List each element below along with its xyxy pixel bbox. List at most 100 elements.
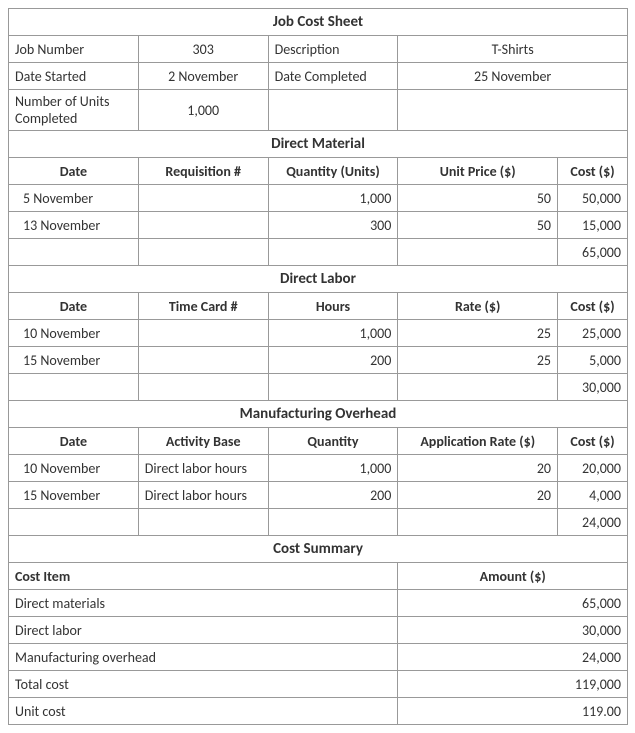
moh-total-row: 24,000 — [9, 509, 628, 536]
empty-cell — [268, 90, 398, 131]
summary-amount: 24,000 — [398, 644, 628, 671]
empty-cell — [138, 509, 268, 536]
summary-h-amount: Amount ($) — [398, 563, 628, 590]
dl-hours: 200 — [268, 347, 398, 374]
moh-h-base: Activity Base — [138, 428, 268, 455]
summary-item: Total cost — [9, 671, 398, 698]
job-cost-sheet-table: Job Cost Sheet Job Number 303 Descriptio… — [8, 8, 628, 725]
moh-h-qty: Quantity — [268, 428, 398, 455]
summary-item: Unit cost — [9, 698, 398, 725]
dl-h-tc: Time Card # — [138, 293, 268, 320]
description-label: Description — [268, 36, 398, 63]
table-row: Unit cost 119.00 — [9, 698, 628, 725]
dm-h-price: Unit Price ($) — [398, 158, 558, 185]
table-row: 10 November 1,000 25 25,000 — [9, 320, 628, 347]
dm-h-date: Date — [9, 158, 139, 185]
dm-req — [138, 185, 268, 212]
dm-req — [138, 212, 268, 239]
moh-qty: 1,000 — [268, 455, 398, 482]
table-row: Direct materials 65,000 — [9, 590, 628, 617]
dl-cost: 25,000 — [558, 320, 628, 347]
moh-rate: 20 — [398, 455, 558, 482]
dm-h-req: Requisition # — [138, 158, 268, 185]
empty-cell — [398, 374, 558, 401]
dm-h-cost: Cost ($) — [558, 158, 628, 185]
moh-cost: 20,000 — [558, 455, 628, 482]
job-number-label: Job Number — [9, 36, 139, 63]
dm-h-qty: Quantity (Units) — [268, 158, 398, 185]
dl-h-date: Date — [9, 293, 139, 320]
summary-item: Manufacturing overhead — [9, 644, 398, 671]
dm-cost: 15,000 — [558, 212, 628, 239]
moh-rate: 20 — [398, 482, 558, 509]
moh-base: Direct labor hours — [138, 482, 268, 509]
sheet-title: Job Cost Sheet — [9, 9, 628, 36]
moh-date: 10 November — [9, 455, 139, 482]
table-row: Manufacturing overhead 24,000 — [9, 644, 628, 671]
empty-cell — [9, 374, 139, 401]
table-row: 10 November Direct labor hours 1,000 20 … — [9, 455, 628, 482]
dm-total: 65,000 — [558, 239, 628, 266]
summary-amount: 65,000 — [398, 590, 628, 617]
summary-amount: 119.00 — [398, 698, 628, 725]
summary-h-item: Cost Item — [9, 563, 398, 590]
dm-date: 13 November — [9, 212, 139, 239]
dl-h-hours: Hours — [268, 293, 398, 320]
dl-rate: 25 — [398, 320, 558, 347]
table-row: 13 November 300 50 15,000 — [9, 212, 628, 239]
summary-heading: Cost Summary — [9, 536, 628, 563]
moh-h-rate: Application Rate ($) — [398, 428, 558, 455]
dl-hours: 1,000 — [268, 320, 398, 347]
table-row: Direct labor 30,000 — [9, 617, 628, 644]
dl-total: 30,000 — [558, 374, 628, 401]
dl-tc — [138, 347, 268, 374]
moh-heading: Manufacturing Overhead — [9, 401, 628, 428]
dm-qty: 1,000 — [268, 185, 398, 212]
dl-h-cost: Cost ($) — [558, 293, 628, 320]
moh-date: 15 November — [9, 482, 139, 509]
units-completed-label: Number of Units Completed — [9, 90, 139, 131]
dl-tc — [138, 320, 268, 347]
summary-item: Direct labor — [9, 617, 398, 644]
empty-cell — [9, 509, 139, 536]
dl-rate: 25 — [398, 347, 558, 374]
dm-cost: 50,000 — [558, 185, 628, 212]
empty-cell — [138, 374, 268, 401]
moh-total: 24,000 — [558, 509, 628, 536]
table-row: 5 November 1,000 50 50,000 — [9, 185, 628, 212]
date-completed-label: Date Completed — [268, 63, 398, 90]
table-row: 15 November Direct labor hours 200 20 4,… — [9, 482, 628, 509]
dm-heading: Direct Material — [9, 131, 628, 158]
table-row: 15 November 200 25 5,000 — [9, 347, 628, 374]
dm-total-row: 65,000 — [9, 239, 628, 266]
empty-cell — [268, 239, 398, 266]
dm-price: 50 — [398, 185, 558, 212]
moh-cost: 4,000 — [558, 482, 628, 509]
empty-cell — [268, 374, 398, 401]
dm-qty: 300 — [268, 212, 398, 239]
dl-total-row: 30,000 — [9, 374, 628, 401]
moh-h-date: Date — [9, 428, 139, 455]
description-value: T-Shirts — [398, 36, 628, 63]
dl-h-rate: Rate ($) — [398, 293, 558, 320]
summary-item: Direct materials — [9, 590, 398, 617]
moh-base: Direct labor hours — [138, 455, 268, 482]
job-number-value: 303 — [138, 36, 268, 63]
empty-cell — [398, 90, 628, 131]
empty-cell — [9, 239, 139, 266]
table-row: Total cost 119,000 — [9, 671, 628, 698]
empty-cell — [138, 239, 268, 266]
date-started-label: Date Started — [9, 63, 139, 90]
empty-cell — [398, 509, 558, 536]
dl-date: 15 November — [9, 347, 139, 374]
date-started-value: 2 November — [138, 63, 268, 90]
dl-cost: 5,000 — [558, 347, 628, 374]
moh-qty: 200 — [268, 482, 398, 509]
date-completed-value: 25 November — [398, 63, 628, 90]
units-completed-value: 1,000 — [138, 90, 268, 131]
moh-h-cost: Cost ($) — [558, 428, 628, 455]
dl-date: 10 November — [9, 320, 139, 347]
dl-heading: Direct Labor — [9, 266, 628, 293]
empty-cell — [268, 509, 398, 536]
summary-amount: 119,000 — [398, 671, 628, 698]
